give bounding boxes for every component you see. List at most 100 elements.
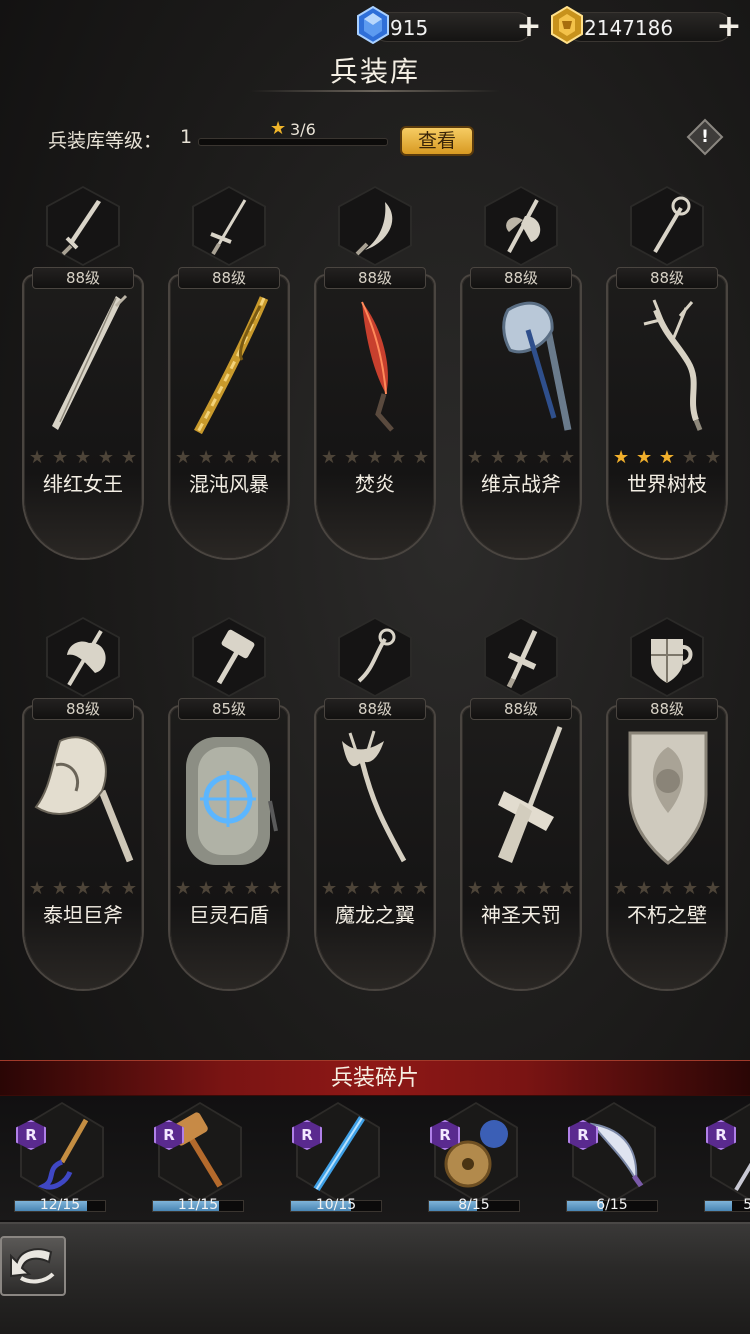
star-icon: ★ bbox=[704, 447, 721, 468]
star-icon: ★ bbox=[558, 878, 575, 899]
gold-counter: 2147186 + bbox=[551, 6, 742, 44]
armory-level-label: 兵装库等级： bbox=[48, 130, 163, 152]
weapon-name: 混沌风暴 bbox=[189, 472, 269, 496]
weapon-type-badge bbox=[46, 617, 120, 697]
star-icon: ★ bbox=[97, 878, 114, 899]
weapon-card-frame: 88级 ★ ★ ★ ★ ★ 泰坦巨斧 bbox=[24, 698, 142, 989]
gold-count: 2147186 bbox=[584, 16, 674, 40]
star-rating: ★ ★ ★ ★ ★ bbox=[613, 448, 721, 468]
weapon-card-frame: 88级 ★ ★ ★ ★ ★ 魔龙之翼 bbox=[316, 698, 434, 989]
star-icon: ★ bbox=[343, 447, 361, 468]
star-icon: ★ bbox=[489, 878, 507, 899]
star-icon: ★ bbox=[658, 447, 676, 468]
star-rating: ★ ★ ★ ★ ★ bbox=[467, 879, 575, 899]
view-button[interactable]: 查看 bbox=[400, 126, 474, 156]
star-icon: ★ bbox=[681, 878, 698, 899]
star-icon: ★ bbox=[558, 447, 575, 468]
back-button[interactable] bbox=[0, 1236, 66, 1296]
weapon-image bbox=[34, 736, 134, 863]
star-icon: ★ bbox=[681, 447, 698, 468]
back-arrow-icon bbox=[10, 1248, 55, 1284]
star-icon: ★ bbox=[467, 447, 484, 468]
star-icon: ★ bbox=[467, 878, 484, 899]
orb-mace-icon bbox=[444, 1120, 508, 1188]
star-rating: ★ ★ ★ ★ ★ bbox=[175, 448, 283, 468]
fragment-item[interactable]: R5/ bbox=[704, 1102, 750, 1213]
fragment-count: 10/15 bbox=[315, 1197, 357, 1213]
weapon-card-frame: 88级 ★ ★ ★ ★ ★ 维京战斧 bbox=[462, 267, 580, 558]
fragment-item[interactable]: R 6/15 bbox=[566, 1102, 658, 1213]
bottom-bar bbox=[0, 1222, 750, 1334]
star-icon: ★ bbox=[97, 447, 114, 468]
star-icon: ★ bbox=[366, 878, 384, 899]
fragment-frame bbox=[434, 1102, 518, 1202]
weapon-type-badge bbox=[338, 617, 412, 697]
star-icon: ★ bbox=[389, 447, 406, 468]
scepter-type-icon bbox=[357, 628, 396, 683]
weapon-card-frame: 88级 ★ ★ ★ ★ ★ 世界树枝 bbox=[608, 267, 726, 558]
weapon-level: 88级 bbox=[616, 698, 718, 720]
star-icon: ★ bbox=[266, 447, 283, 468]
add-gold-button[interactable]: + bbox=[716, 12, 742, 42]
star-icon: ★ bbox=[704, 878, 721, 899]
weapon-image bbox=[342, 730, 407, 863]
fragment-list[interactable]: R12/15 R11/15 R10/15 R8/15 R6/15 R5/ bbox=[0, 1096, 750, 1220]
curved-blade-icon bbox=[589, 1122, 647, 1192]
weapon-level: 88级 bbox=[32, 267, 134, 289]
cross-sword-type-icon bbox=[506, 629, 538, 689]
star-rating: ★ ★ ★ ★ ★ bbox=[29, 448, 137, 468]
fragment-item[interactable]: R 12/15 bbox=[14, 1102, 106, 1213]
weapon-image bbox=[643, 299, 703, 431]
star-icon: ★ bbox=[120, 447, 137, 468]
add-gems-button[interactable]: + bbox=[516, 12, 542, 42]
weapon-card-frame: 88级 ★ ★ ★ ★ ★ 不朽之壁 bbox=[608, 698, 726, 989]
star-icon: ★ bbox=[366, 447, 384, 468]
fragment-item[interactable]: R 11/15 bbox=[152, 1102, 244, 1213]
weapon-type-badge bbox=[338, 186, 412, 266]
fragment-frame bbox=[572, 1102, 656, 1202]
star-icon: ★ bbox=[635, 878, 653, 899]
weapon-level: 88级 bbox=[324, 698, 426, 720]
star-icon: ★ bbox=[220, 447, 238, 468]
star-icon: ★ bbox=[29, 447, 46, 468]
rapier-type-icon bbox=[210, 199, 247, 256]
star-icon: ★ bbox=[321, 447, 338, 468]
sword-type-icon bbox=[61, 200, 101, 256]
fragment-count: 12/15 bbox=[39, 1197, 81, 1213]
star-icon: ★ bbox=[270, 118, 287, 139]
great-axe-type-icon bbox=[67, 629, 106, 687]
star-icon: ★ bbox=[220, 878, 238, 899]
star-icon: ★ bbox=[74, 878, 92, 899]
weapon-level: 88级 bbox=[470, 698, 572, 720]
weapon-type-badge bbox=[192, 186, 266, 266]
star-icon: ★ bbox=[120, 878, 137, 899]
weapon-name: 焚炎 bbox=[355, 472, 395, 496]
weapon-card-frame: 88级 ★ ★ ★ ★ ★ 焚炎 bbox=[316, 267, 434, 558]
weapon-name: 不朽之壁 bbox=[627, 903, 707, 927]
weapon-type-badge bbox=[484, 617, 558, 697]
star-icon: ★ bbox=[51, 878, 69, 899]
star-rating: ★ ★ ★ ★ ★ bbox=[321, 879, 429, 899]
shield-type-icon bbox=[651, 639, 693, 683]
weapon-name: 泰坦巨斧 bbox=[43, 903, 123, 927]
star-rating: ★ ★ ★ ★ ★ bbox=[29, 879, 137, 899]
info-diamond-icon[interactable]: ! bbox=[686, 118, 724, 156]
star-icon: ★ bbox=[197, 447, 215, 468]
weapon-image bbox=[186, 737, 278, 865]
star-icon: ★ bbox=[613, 447, 630, 468]
fragment-count: 8/15 bbox=[458, 1197, 490, 1213]
star-rating: ★ ★ ★ ★ ★ bbox=[467, 448, 575, 468]
fragment-item[interactable]: R 8/15 bbox=[428, 1102, 520, 1213]
star-icon: ★ bbox=[535, 878, 552, 899]
war-hammer-icon bbox=[170, 1112, 223, 1188]
fragments-title: 兵装碎片 bbox=[330, 1066, 419, 1091]
star-icon: ★ bbox=[266, 878, 283, 899]
star-icon: ★ bbox=[512, 878, 530, 899]
star-icon: ★ bbox=[412, 878, 429, 899]
star-rating: ★ ★ ★ ★ ★ bbox=[175, 879, 283, 899]
fragment-item[interactable]: R 10/15 bbox=[290, 1102, 382, 1213]
weapon-name: 魔龙之翼 bbox=[335, 903, 415, 927]
star-rating: ★ ★ ★ ★ ★ bbox=[613, 879, 721, 899]
weapon-type-badge bbox=[46, 186, 120, 266]
scimitar-type-icon bbox=[355, 202, 393, 256]
